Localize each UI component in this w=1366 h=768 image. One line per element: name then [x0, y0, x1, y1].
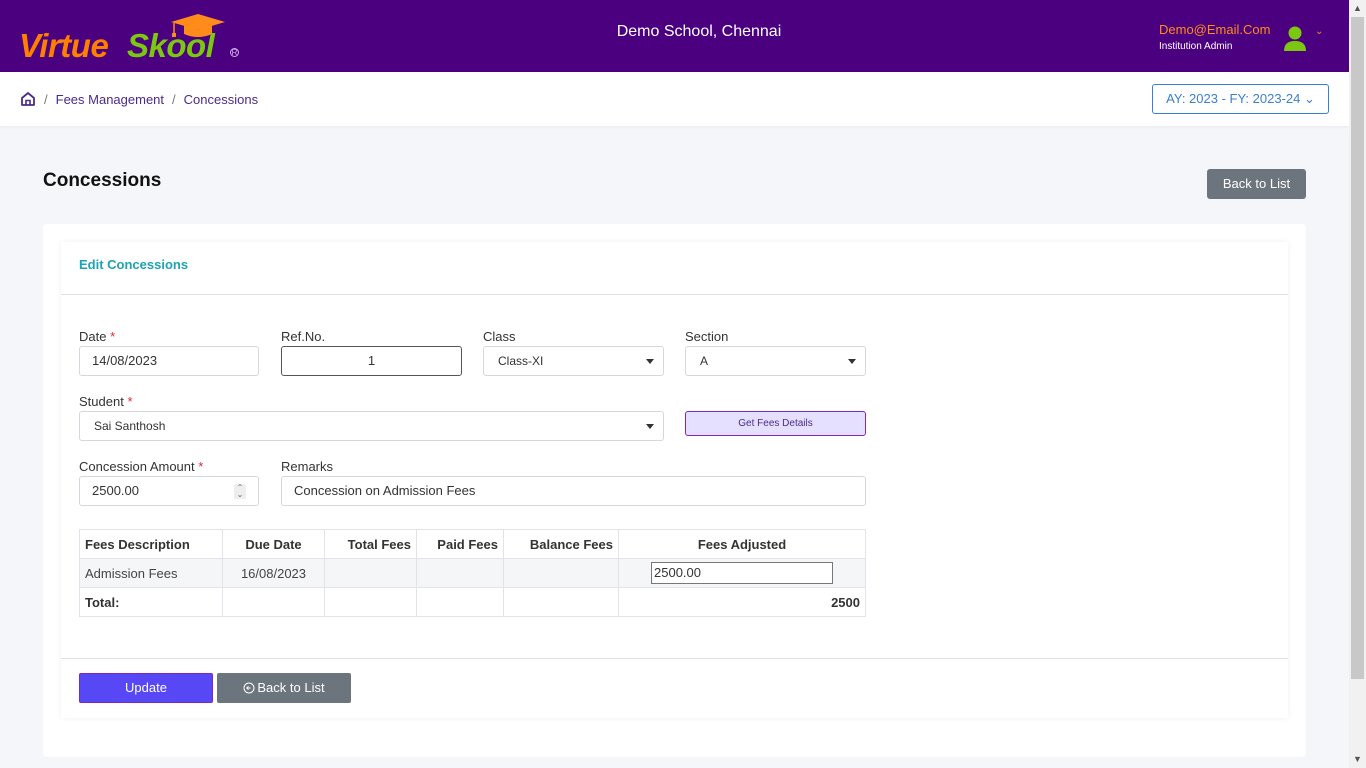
user-email: Demo@Email.Com	[1159, 22, 1271, 37]
cell-due-date: 16/08/2023	[222, 558, 325, 588]
section-select-value: A	[700, 354, 709, 368]
academic-year-select[interactable]: AY: 2023 - FY: 2023-24 ⌄	[1152, 84, 1329, 114]
breadcrumb-separator: /	[172, 91, 176, 107]
remarks-input[interactable]: Concession on Admission Fees	[281, 476, 866, 506]
page-title: Concessions	[43, 170, 162, 191]
required-mark: *	[110, 329, 116, 344]
number-spinner-icon[interactable]: ⌃ ⌄	[234, 484, 246, 499]
total-empty-cell	[324, 587, 417, 617]
fees-table: Fees Description Due Date Total Fees Pai…	[79, 529, 866, 617]
cell-balance-fees	[503, 558, 619, 588]
cell-paid-fees	[416, 558, 504, 588]
date-label: Date *	[79, 329, 115, 344]
scroll-up-arrow-icon[interactable]: ▲	[1349, 0, 1366, 17]
user-role: Institution Admin	[1159, 41, 1233, 52]
card-footer-divider	[61, 658, 1288, 659]
fees-adjusted-input[interactable]: 2500.00	[651, 562, 833, 584]
total-fees-adjusted: 2500	[618, 587, 866, 617]
table-header-row: Fees Description Due Date Total Fees Pai…	[79, 529, 866, 559]
ref-no-label: Ref.No.	[281, 329, 326, 344]
class-label: Class	[483, 329, 516, 344]
concession-amount-value: 2500.00	[92, 483, 139, 498]
date-input[interactable]: 14/08/2023	[79, 346, 259, 376]
class-select[interactable]: Class-XI	[483, 346, 664, 376]
section-select[interactable]: A	[685, 346, 866, 376]
update-button[interactable]: Update	[79, 673, 213, 703]
remarks-label: Remarks	[281, 459, 334, 474]
breadcrumb: / Fees Management / Concessions	[20, 91, 258, 107]
concession-amount-label: Concession Amount *	[79, 459, 203, 474]
home-icon[interactable]	[20, 91, 36, 107]
section-label: Section	[685, 329, 729, 344]
top-navbar: Virtue Skool R Demo School, Chennai Demo…	[0, 0, 1349, 72]
total-empty-cell	[416, 587, 504, 617]
vertical-scrollbar[interactable]: ▲ ▼	[1349, 0, 1366, 768]
total-label: Total:	[79, 587, 223, 617]
registered-mark: R	[230, 48, 239, 57]
circle-arrow-left-icon	[243, 682, 255, 694]
get-fees-details-button[interactable]: Get Fees Details	[685, 411, 866, 436]
ref-no-input[interactable]: 1	[281, 346, 462, 376]
col-total-fees: Total Fees	[324, 529, 417, 559]
back-to-list-button[interactable]: Back to List	[217, 673, 351, 703]
total-empty-cell	[503, 587, 619, 617]
concession-amount-label-text: Concession Amount	[79, 459, 195, 474]
dropdown-arrow-icon	[646, 424, 654, 429]
required-mark: *	[198, 459, 204, 474]
user-avatar-icon[interactable]	[1284, 26, 1306, 52]
concession-amount-input[interactable]: 2500.00 ⌃ ⌄	[79, 476, 259, 506]
cell-fees-adjusted: 2500.00	[618, 558, 866, 588]
student-label-text: Student	[79, 394, 124, 409]
table-total-row: Total: 2500	[79, 587, 866, 617]
breadcrumb-fees-management[interactable]: Fees Management	[56, 92, 164, 107]
table-row: Admission Fees 16/08/2023 2500.00	[79, 558, 866, 588]
back-to-list-label: Back to List	[257, 680, 325, 695]
dropdown-arrow-icon	[646, 359, 654, 364]
scroll-down-arrow-icon[interactable]: ▼	[1349, 751, 1366, 768]
cell-description: Admission Fees	[79, 558, 223, 588]
student-select[interactable]: Sai Santhosh	[79, 411, 664, 441]
user-menu-chevron-icon[interactable]: ⌄	[1315, 26, 1323, 37]
date-label-text: Date	[79, 329, 107, 344]
student-select-value: Sai Santhosh	[94, 419, 166, 433]
user-info[interactable]: Demo@Email.Com Institution Admin	[1159, 22, 1270, 52]
class-select-value: Class-XI	[498, 354, 544, 368]
dropdown-arrow-icon	[848, 359, 856, 364]
col-due-date: Due Date	[222, 529, 325, 559]
card-title: Edit Concessions	[79, 257, 189, 272]
cell-total-fees	[324, 558, 417, 588]
breadcrumb-separator: /	[44, 91, 48, 107]
scrollbar-thumb[interactable]	[1351, 17, 1364, 679]
col-paid-fees: Paid Fees	[416, 529, 504, 559]
back-to-list-top-button[interactable]: Back to List	[1207, 169, 1306, 199]
student-label: Student *	[79, 394, 133, 409]
required-mark: *	[127, 394, 133, 409]
breadcrumb-concessions[interactable]: Concessions	[184, 92, 258, 107]
breadcrumb-bar: / Fees Management / Concessions AY: 2023…	[0, 72, 1349, 126]
card-header: Edit Concessions	[61, 242, 1288, 295]
total-empty-cell	[222, 587, 325, 617]
col-fees-description: Fees Description	[79, 529, 223, 559]
col-balance-fees: Balance Fees	[503, 529, 619, 559]
col-fees-adjusted: Fees Adjusted	[618, 529, 866, 559]
